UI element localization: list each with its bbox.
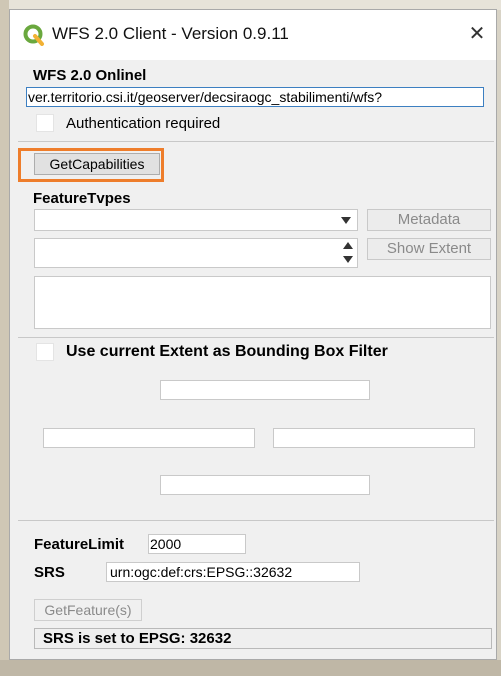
bbox-south-input[interactable] <box>160 475 370 495</box>
bbox-north-input[interactable] <box>160 380 370 400</box>
status-bar: SRS is set to EPSG: 32632 <box>34 628 492 649</box>
spin-down-icon[interactable] <box>343 256 353 263</box>
getcapabilities-button[interactable]: GetCapabilities <box>34 153 160 175</box>
qgis-logo-icon <box>23 24 44 46</box>
separator <box>18 337 494 338</box>
featuretype-description-box[interactable] <box>34 276 491 329</box>
title-bar[interactable]: WFS 2.0 Client - Version 0.9.11 ✕ <box>10 10 496 60</box>
metadata-button[interactable]: Metadata <box>367 209 491 231</box>
spin-up-icon[interactable] <box>343 242 353 249</box>
background-left <box>0 0 9 676</box>
featuretypes-label: FeatureTvpes <box>33 190 131 207</box>
feature-limit-value: 2000 <box>150 536 182 552</box>
separator <box>18 141 494 142</box>
feature-limit-input[interactable]: 2000 <box>148 534 246 554</box>
close-icon[interactable]: ✕ <box>465 22 489 46</box>
wfs-client-dialog: WFS 2.0 Client - Version 0.9.11 ✕ WFS 2.… <box>9 9 497 660</box>
bbox-filter-checkbox[interactable] <box>36 343 54 361</box>
separator <box>18 520 494 521</box>
bbox-filter-label: Use current Extent as Bounding Box Filte… <box>66 343 388 360</box>
featuretypes-dropdown[interactable] <box>34 209 358 231</box>
chevron-down-icon <box>341 217 351 224</box>
featuretype-spinbox[interactable] <box>34 238 358 268</box>
wfs-online-label: WFS 2.0 Onlinel <box>33 67 147 84</box>
getfeature-button[interactable]: GetFeature(s) <box>34 599 142 621</box>
srs-input[interactable]: urn:ogc:def:crs:EPSG::32632 <box>106 562 360 582</box>
wfs-url-input[interactable]: ver.territorio.csi.it/geoserver/decsirao… <box>26 87 484 107</box>
background-bottom <box>0 660 501 676</box>
bbox-west-input[interactable] <box>43 428 255 448</box>
bbox-east-input[interactable] <box>273 428 475 448</box>
window-title: WFS 2.0 Client - Version 0.9.11 <box>52 24 289 43</box>
feature-limit-label: FeatureLimit <box>34 536 125 553</box>
authentication-label: Authentication required <box>66 115 221 132</box>
wfs-url-value: ver.territorio.csi.it/geoserver/decsirao… <box>28 89 383 105</box>
srs-label: SRS <box>34 564 65 581</box>
srs-value: urn:ogc:def:crs:EPSG::32632 <box>110 564 293 580</box>
authentication-checkbox[interactable] <box>36 114 54 132</box>
show-extent-button[interactable]: Show Extent <box>367 238 491 260</box>
